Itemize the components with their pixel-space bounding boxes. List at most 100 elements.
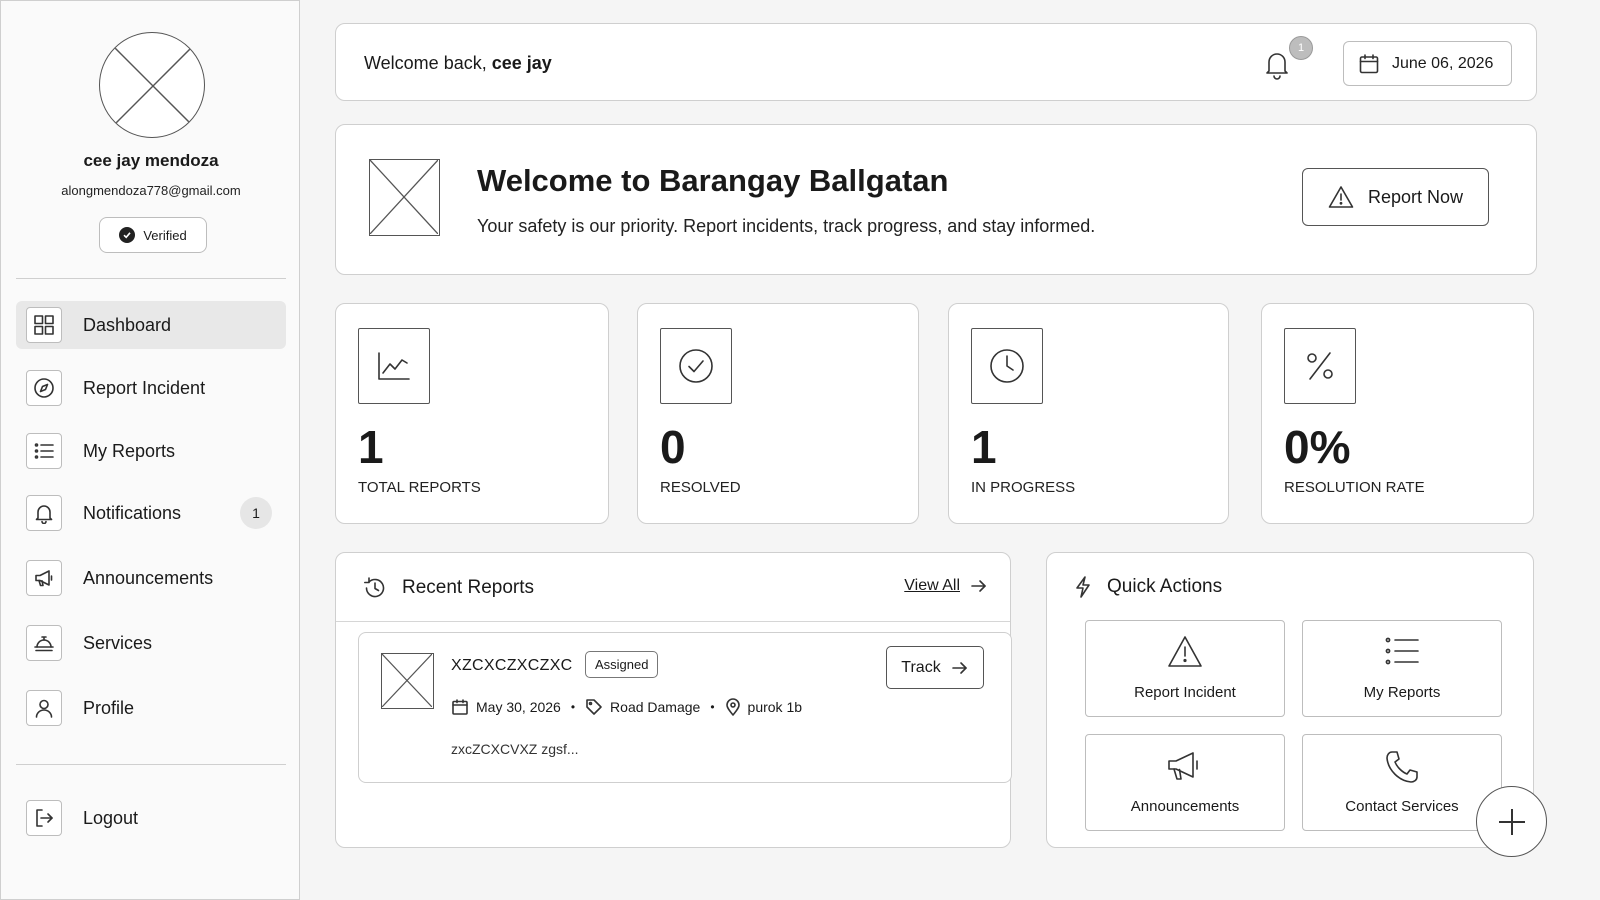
sidebar-item-dashboard[interactable]: Dashboard: [16, 301, 286, 349]
arrow-right-icon: [971, 580, 986, 592]
image-placeholder-icon: [370, 160, 438, 234]
image-placeholder-icon: [382, 654, 432, 707]
report-thumbnail: [381, 653, 434, 709]
logout-icon: [26, 800, 62, 836]
sidebar-item-services[interactable]: Services: [16, 619, 286, 667]
logout-button[interactable]: Logout: [16, 794, 286, 842]
avatar-placeholder-icon: [113, 46, 193, 126]
quick-action-contact-services[interactable]: Contact Services: [1302, 734, 1502, 831]
sidebar-item-announcements[interactable]: Announcements: [16, 554, 286, 602]
quick-actions-title: Quick Actions: [1107, 576, 1223, 597]
check-icon: [119, 227, 136, 243]
track-label: Track: [901, 658, 941, 676]
calendar-icon: [1359, 53, 1379, 73]
meta-separator: •: [710, 700, 715, 714]
quick-actions-header: Quick Actions: [1073, 575, 1222, 599]
quick-action-report-incident[interactable]: Report Incident: [1085, 620, 1285, 717]
stat-value: 0: [660, 421, 686, 473]
sidebar-divider: [16, 278, 286, 279]
quick-action-label: Report Incident: [1134, 684, 1236, 701]
report-date-text: May 30, 2026: [476, 699, 561, 715]
stat-card-in-progress: 1 IN PROGRESS: [948, 303, 1229, 524]
recent-reports-panel: Recent Reports View All XZCXCZXCZXC Assi…: [335, 552, 1012, 848]
welcome-prefix: Welcome back,: [364, 53, 492, 73]
list-icon: [1303, 635, 1501, 667]
notification-count-badge: 1: [240, 497, 272, 529]
services-icon: [26, 625, 62, 661]
stat-label: IN PROGRESS: [971, 479, 1076, 496]
sidebar-item-profile[interactable]: Profile: [16, 684, 286, 732]
verified-badge: Verified: [99, 217, 207, 253]
banner-title: Welcome to Barangay Ballgatan: [477, 163, 949, 198]
bell-icon: [1266, 53, 1288, 80]
sidebar-item-label: Services: [83, 632, 153, 653]
quick-action-label: My Reports: [1363, 684, 1441, 701]
sidebar-item-notifications[interactable]: Notifications 1: [16, 489, 286, 537]
report-id: XZCXCZXCZXC: [451, 657, 573, 674]
meta-separator: •: [570, 700, 576, 714]
avatar[interactable]: [99, 32, 205, 138]
stat-label: RESOLUTION RATE: [1284, 479, 1425, 496]
warning-icon: [1328, 186, 1354, 208]
report-location: purok 1b: [725, 698, 802, 716]
tag-icon: [586, 699, 602, 715]
sidebar-item-report-incident[interactable]: Report Incident: [16, 364, 286, 412]
report-description: zxcZCXCVXZ zgsf...: [451, 741, 579, 757]
notification-count-badge: 1: [1289, 36, 1313, 60]
percent-icon: [1284, 328, 1356, 404]
status-badge: Assigned: [585, 651, 659, 678]
date-picker[interactable]: June 06, 2026: [1343, 41, 1512, 86]
sidebar-item-label: My Reports: [83, 440, 176, 461]
chart-icon: [358, 328, 430, 404]
section-divider: [336, 621, 1010, 622]
logout-label: Logout: [83, 807, 139, 828]
map-pin-icon: [725, 698, 740, 716]
megaphone-icon: [26, 560, 62, 596]
quick-action-label: Contact Services: [1345, 798, 1459, 815]
sidebar-item-label: Notifications: [83, 502, 182, 523]
banner-image-placeholder: [369, 159, 440, 236]
welcome-name: cee jay: [491, 53, 552, 73]
report-meta: May 30, 2026 • Road Damage • purok 1b: [451, 698, 802, 716]
current-date: June 06, 2026: [1392, 54, 1494, 72]
stat-value: 1: [358, 421, 384, 473]
sidebar: cee jay mendoza alongmendoza778@gmail.co…: [0, 0, 300, 900]
sidebar-item-my-reports[interactable]: My Reports: [16, 427, 286, 475]
arrow-right-icon: [951, 661, 967, 674]
report-now-button[interactable]: Report Now: [1302, 168, 1489, 226]
quick-action-label: Announcements: [1130, 798, 1240, 815]
quick-actions-panel: Quick Actions Report Incident My Reports…: [1046, 552, 1534, 848]
quick-action-announcements[interactable]: Announcements: [1085, 734, 1285, 831]
profile-name: cee jay mendoza: [83, 151, 219, 170]
report-list-item[interactable]: XZCXCZXCZXC Assigned Track May 30, 2026 …: [358, 632, 1012, 783]
stat-value: 1: [971, 421, 997, 473]
recent-reports-title: Recent Reports: [402, 577, 535, 598]
add-fab-button[interactable]: [1476, 786, 1547, 857]
warning-icon: [1086, 635, 1284, 669]
list-icon: [26, 433, 62, 469]
clock-icon: [971, 328, 1043, 404]
view-all-label: View All: [904, 577, 960, 594]
view-all-link[interactable]: View All: [904, 577, 988, 595]
grid-icon: [26, 307, 62, 343]
history-icon: [364, 577, 385, 598]
report-now-label: Report Now: [1367, 186, 1464, 207]
profile-email: alongmendoza778@gmail.com: [61, 183, 241, 198]
notification-bell-button[interactable]: [1261, 48, 1293, 80]
track-button[interactable]: Track: [886, 646, 984, 689]
recent-reports-header: Recent Reports: [362, 575, 534, 601]
report-location-text: purok 1b: [747, 699, 803, 715]
sidebar-item-label: Report Incident: [83, 377, 206, 398]
welcome-banner: Welcome to Barangay Ballgatan Your safet…: [335, 124, 1537, 275]
report-category: Road Damage: [585, 698, 700, 716]
user-icon: [26, 690, 62, 726]
calendar-icon: [452, 699, 468, 715]
stat-card-total-reports: 1 TOTAL REPORTS: [335, 303, 609, 524]
stat-label: TOTAL REPORTS: [358, 479, 481, 496]
stat-label: RESOLVED: [660, 479, 741, 496]
welcome-message: Welcome back, cee jay: [364, 53, 552, 74]
phone-icon: [1303, 749, 1501, 785]
megaphone-icon: [1086, 749, 1284, 783]
top-bar: Welcome back, cee jay 1 June 06, 2026: [335, 23, 1537, 101]
quick-action-my-reports[interactable]: My Reports: [1302, 620, 1502, 717]
